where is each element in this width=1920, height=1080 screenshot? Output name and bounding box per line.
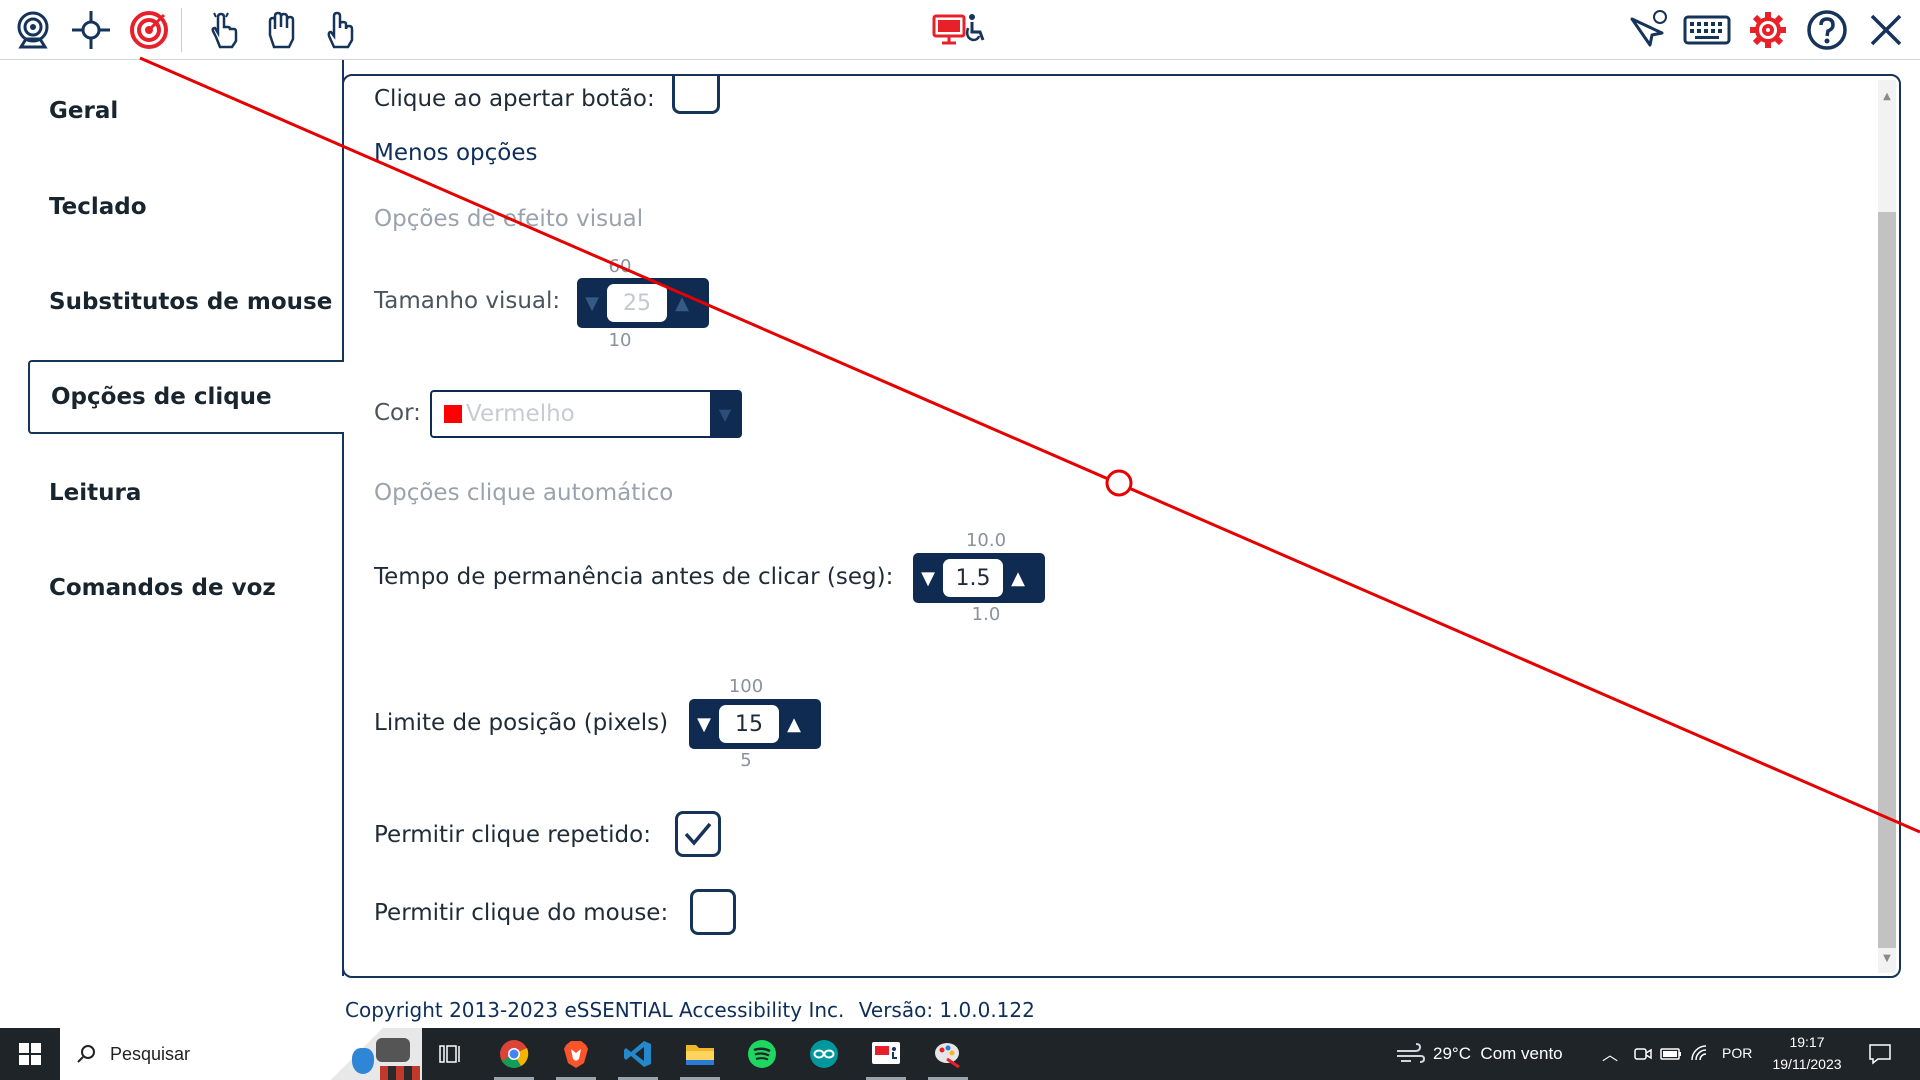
- monitor-accessibility-icon: [932, 6, 988, 54]
- less-options-link[interactable]: Menos opções: [374, 140, 537, 166]
- dwell-time-value[interactable]: 1.5: [943, 559, 1003, 597]
- language-indicator[interactable]: POR: [1722, 1045, 1752, 1061]
- position-limit-value[interactable]: 15: [719, 705, 779, 743]
- cursor-voice-icon[interactable]: [1623, 6, 1671, 54]
- grab-hand-icon[interactable]: [258, 6, 306, 54]
- search-highlight-image: [322, 1028, 422, 1080]
- close-icon[interactable]: [1862, 6, 1910, 54]
- visual-size-decrement-button[interactable]: ▼: [577, 278, 607, 328]
- position-limit-decrement-button[interactable]: ▼: [689, 699, 719, 749]
- weather-text: 29°C Com vento: [1433, 1044, 1563, 1063]
- checkmark-icon: [684, 822, 712, 846]
- visual-size-spinner[interactable]: ▼ 25 ▲: [577, 278, 709, 328]
- sidebar-item-comandos-de-voz[interactable]: Comandos de voz: [28, 551, 344, 625]
- sidebar: Geral Teclado Substitutos de mouse Opçõe…: [0, 60, 344, 1028]
- battery-icon[interactable]: [1660, 1046, 1682, 1066]
- visual-size-increment-button[interactable]: ▲: [667, 278, 697, 328]
- mouse-click-checkbox[interactable]: [690, 889, 736, 935]
- notification-icon[interactable]: [1868, 1042, 1892, 1070]
- scrollbar-thumb[interactable]: [1878, 212, 1896, 948]
- wind-icon: [1397, 1043, 1425, 1063]
- sidebar-item-substitutos-de-mouse[interactable]: Substitutos de mouse: [28, 265, 344, 339]
- brave-icon[interactable]: [548, 1028, 604, 1080]
- scroll-up-icon[interactable]: ▲: [1878, 86, 1896, 106]
- task-view-icon[interactable]: [422, 1028, 478, 1080]
- sidebar-item-leitura[interactable]: Leitura: [28, 456, 344, 530]
- visual-effects-section-title: Opções de efeito visual: [374, 206, 644, 232]
- visual-size-min: 10: [608, 330, 632, 351]
- chrome-icon[interactable]: [486, 1028, 542, 1080]
- spotify-icon[interactable]: [734, 1028, 790, 1080]
- color-label: Cor:: [374, 400, 421, 426]
- clock-date[interactable]: 19/11/2023: [1764, 1056, 1850, 1072]
- file-explorer-icon[interactable]: [672, 1028, 728, 1080]
- top-toolbar: [0, 0, 1920, 60]
- sidebar-divider: [342, 60, 344, 976]
- gear-icon[interactable]: [1744, 6, 1792, 54]
- target-icon[interactable]: [125, 6, 173, 54]
- dwell-time-spinner[interactable]: ▼ 1.5 ▲: [913, 553, 1045, 603]
- dwell-time-min: 1.0: [971, 604, 1001, 625]
- keyboard-icon[interactable]: [1681, 6, 1733, 54]
- color-swatch: [444, 405, 462, 423]
- sidebar-item-teclado[interactable]: Teclado: [28, 170, 344, 244]
- arduino-icon[interactable]: [796, 1028, 852, 1080]
- visual-size-value[interactable]: 25: [607, 284, 667, 322]
- visual-size-max: 60: [608, 256, 632, 277]
- copyright-notice: Copyright 2013-2023 eSSENTIAL Accessibil…: [345, 998, 845, 1022]
- tap-hand-icon[interactable]: [200, 6, 248, 54]
- wifi-icon[interactable]: [1690, 1044, 1710, 1066]
- dwell-time-max: 10.0: [965, 530, 1007, 551]
- position-limit-increment-button[interactable]: ▲: [779, 699, 809, 749]
- copyright-text: Copyright 2013-2023 eSSENTIAL Accessibil…: [345, 998, 1035, 1022]
- position-limit-max: 100: [728, 676, 764, 697]
- mouse-click-label: Permitir clique do mouse:: [374, 900, 669, 926]
- accessibility-app-icon[interactable]: [858, 1028, 914, 1080]
- auto-click-section-title: Opções clique automático: [374, 480, 674, 506]
- search-icon: [77, 1045, 95, 1063]
- help-icon[interactable]: [1803, 6, 1851, 54]
- dwell-time-decrement-button[interactable]: ▼: [913, 553, 943, 603]
- chevron-down-icon[interactable]: ▼: [710, 392, 740, 436]
- meet-now-icon[interactable]: [1634, 1046, 1652, 1066]
- paint-app-icon[interactable]: [920, 1028, 976, 1080]
- vscode-icon[interactable]: [610, 1028, 666, 1080]
- sidebar-item-geral[interactable]: Geral: [28, 74, 344, 148]
- color-select-value: Vermelho: [466, 401, 575, 427]
- version-text: Versão: 1.0.0.122: [858, 998, 1035, 1022]
- scroll-down-icon[interactable]: ▼: [1878, 948, 1896, 968]
- position-limit-spinner[interactable]: ▼ 15 ▲: [689, 699, 821, 749]
- toolbar-separator: [181, 8, 182, 52]
- weather-widget[interactable]: 29°C Com vento: [1395, 1028, 1563, 1080]
- color-select[interactable]: Vermelho ▼: [430, 390, 742, 438]
- click-on-press-label: Clique ao apertar botão:: [374, 86, 655, 112]
- crosshair-icon[interactable]: [67, 6, 115, 54]
- click-options-panel: Clique ao apertar botão: Menos opções Op…: [342, 74, 1901, 978]
- windows-taskbar: Pesquisar 29°C Com vento ︿ POR 19:17 19/…: [0, 1028, 1920, 1080]
- chevron-up-icon[interactable]: ︿: [1602, 1041, 1618, 1065]
- visual-size-label: Tamanho visual:: [374, 288, 561, 314]
- clock-time[interactable]: 19:17: [1764, 1034, 1850, 1050]
- repeat-click-label: Permitir clique repetido:: [374, 822, 651, 848]
- search-placeholder: Pesquisar: [110, 1043, 191, 1064]
- windows-start-icon[interactable]: [0, 1028, 60, 1080]
- position-limit-label: Limite de posição (pixels): [374, 710, 669, 736]
- webcam-icon[interactable]: [9, 6, 57, 54]
- dwell-time-label: Tempo de permanência antes de clicar (se…: [374, 564, 894, 590]
- dwell-time-increment-button[interactable]: ▲: [1003, 553, 1033, 603]
- sidebar-item-opcoes-de-clique[interactable]: Opções de clique: [28, 360, 344, 434]
- click-on-press-checkbox[interactable]: [672, 76, 720, 114]
- repeat-click-checkbox[interactable]: [675, 811, 721, 857]
- point-hand-icon[interactable]: [316, 6, 364, 54]
- position-limit-min: 5: [740, 750, 752, 771]
- taskbar-search-input[interactable]: Pesquisar: [60, 1028, 422, 1080]
